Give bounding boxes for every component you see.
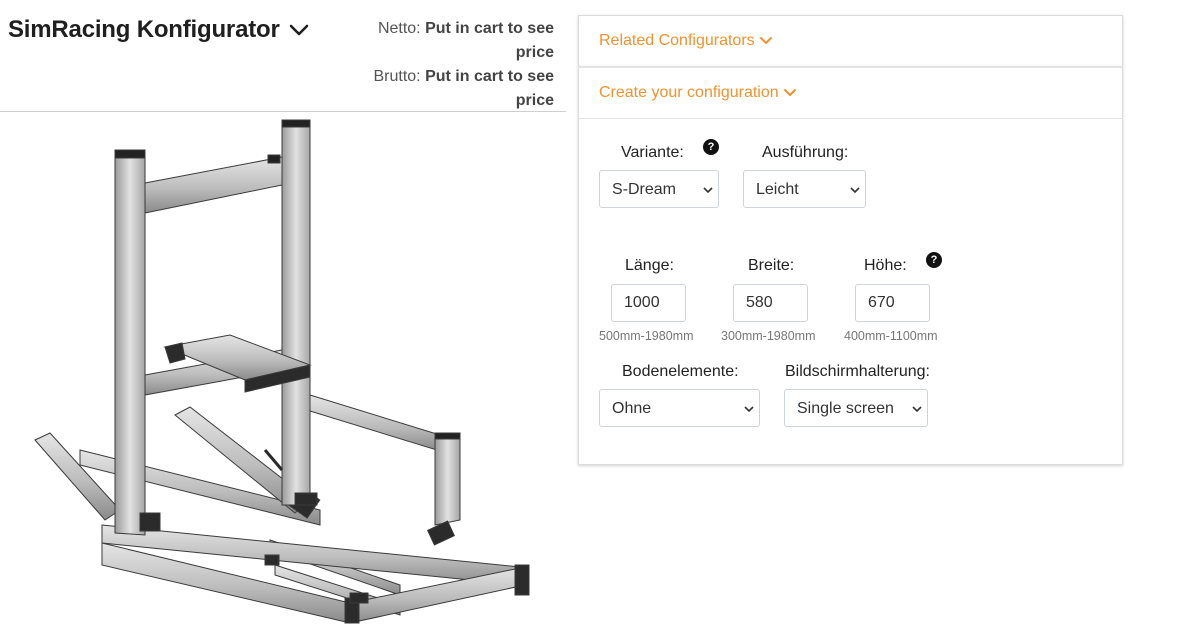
price-brutto: Brutto: Put in cart to see price <box>364 65 554 113</box>
variante-label: Variante: <box>621 144 684 161</box>
ausfuehrung-select[interactable]: Leicht <box>743 170 866 208</box>
create-configuration-label: Create your configuration <box>599 84 779 101</box>
variante-select[interactable]: S-Dream <box>599 170 719 208</box>
breite-range: 300mm-1980mm <box>721 329 816 343</box>
help-icon[interactable]: ? <box>703 139 719 155</box>
breite-input[interactable] <box>733 284 808 322</box>
chevron-down-icon <box>759 37 772 44</box>
brutto-value: Put in cart to see price <box>425 68 554 109</box>
laenge-input[interactable] <box>611 284 686 322</box>
netto-value: Put in cart to see price <box>425 20 554 61</box>
related-configurators-section: Related Configurators <box>578 15 1123 66</box>
hoehe-range: 400mm-1100mm <box>844 329 938 343</box>
configurator-panel: Related Configurators Create your config… <box>578 15 1123 465</box>
ausfuehrung-label: Ausführung: <box>762 144 849 161</box>
bildschirm-select[interactable]: Single screen <box>784 389 928 427</box>
create-configuration-section: Create your configuration Variante: ? S-… <box>578 66 1123 465</box>
chevron-down-icon <box>289 24 308 36</box>
bodenelemente-select[interactable]: Ohne <box>599 389 760 427</box>
configuration-form: Variante: ? S-Dream Ausführung: Leicht L… <box>579 119 1122 464</box>
related-configurators-label: Related Configurators <box>599 32 755 49</box>
help-icon[interactable]: ? <box>926 252 942 268</box>
product-panel: SimRacing Konfigurator Netto: Put in car… <box>0 0 566 633</box>
bildschirm-label: Bildschirmhalterung: <box>785 363 930 380</box>
hoehe-label: Höhe: <box>864 257 907 274</box>
simrig-frame-image <box>34 119 530 624</box>
laenge-range: 500mm-1980mm <box>599 329 694 343</box>
title-toggle[interactable]: SimRacing Konfigurator <box>8 16 310 44</box>
breite-label: Breite: <box>748 257 795 274</box>
divider <box>0 111 566 112</box>
brutto-label: Brutto: <box>373 68 421 85</box>
hoehe-input[interactable] <box>855 284 930 322</box>
netto-label: Netto: <box>377 20 421 37</box>
bodenelemente-label: Bodenelemente: <box>622 363 739 380</box>
related-configurators-toggle[interactable]: Related Configurators <box>579 16 1122 66</box>
price-netto: Netto: Put in cart to see price <box>364 17 554 65</box>
page-title: SimRacing Konfigurator <box>8 16 280 43</box>
laenge-label: Länge: <box>625 257 674 274</box>
chevron-down-icon <box>783 89 796 96</box>
create-configuration-toggle[interactable]: Create your configuration <box>579 68 1122 119</box>
